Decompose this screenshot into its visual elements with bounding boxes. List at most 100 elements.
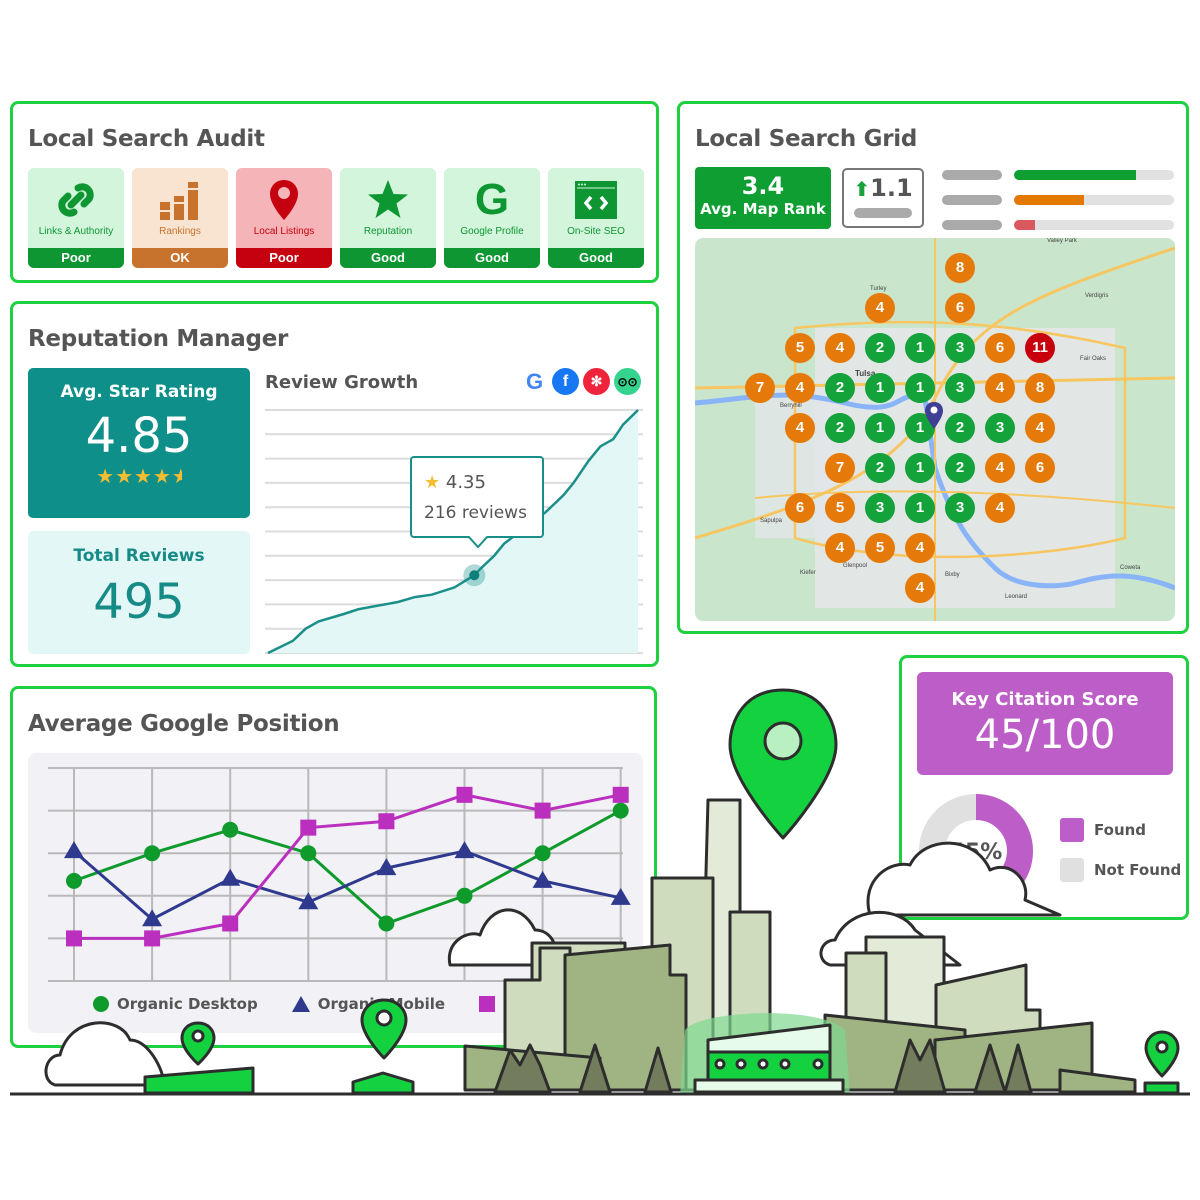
bar-fill: [1014, 195, 1085, 205]
star-icon: ★: [115, 464, 134, 488]
grid-rank-marker[interactable]: 3: [945, 373, 975, 403]
map-label: Glenpool: [843, 563, 868, 569]
data-point: [612, 786, 629, 803]
grid-rank-marker[interactable]: 4: [985, 493, 1015, 523]
grid-rank-marker[interactable]: 4: [985, 373, 1015, 403]
tripadvisor-icon[interactable]: ⊙⊙: [614, 368, 641, 395]
grid-rank-marker[interactable]: 3: [945, 493, 975, 523]
grid-rank-marker[interactable]: 3: [985, 413, 1015, 443]
grid-rank-marker[interactable]: 1: [905, 493, 935, 523]
rank-distribution-bar: [942, 170, 1174, 180]
audit-tile-google-profile[interactable]: G Google Profile Good: [444, 168, 540, 268]
bar-fill: [1014, 170, 1136, 180]
grid-rank-marker[interactable]: 6: [785, 493, 815, 523]
tree: [493, 1043, 552, 1094]
map-pin-icon: [1144, 1030, 1180, 1078]
google-icon[interactable]: G: [521, 368, 548, 395]
average-google-position-panel: Average Google Position Organic Desktop …: [10, 686, 657, 1048]
legend-item-local[interactable]: Local: [479, 995, 547, 1013]
star-icon: ★: [424, 472, 441, 493]
grid-rank-marker[interactable]: 6: [1025, 453, 1055, 483]
grid-rank-marker[interactable]: 11: [1025, 333, 1055, 363]
legend-not-found: Not Found: [1060, 858, 1181, 882]
grid-rank-marker[interactable]: 2: [865, 453, 895, 483]
grid-rank-marker[interactable]: 2: [945, 453, 975, 483]
grid-rank-marker[interactable]: 4: [905, 573, 935, 603]
grid-rank-marker[interactable]: 4: [865, 293, 895, 323]
audit-tile-on-site-seo[interactable]: On-Site SEO Good: [548, 168, 644, 268]
store-front: [706, 1050, 832, 1082]
map[interactable]: Valley Park Turley Verdigris Tulsa Fair …: [695, 238, 1175, 621]
grid-rank-marker[interactable]: 3: [945, 333, 975, 363]
grid-rank-marker[interactable]: 2: [865, 333, 895, 363]
avg-map-rank-value: 3.4: [741, 172, 785, 200]
yelp-icon[interactable]: ✻: [583, 368, 610, 395]
location-pin-icon: [925, 402, 943, 429]
position-line-chart: [48, 767, 631, 982]
legend-item-desktop[interactable]: Organic Desktop: [93, 995, 258, 1013]
avg-star-rating-label: Avg. Star Rating: [60, 382, 218, 402]
half-star-icon: ★: [171, 464, 182, 488]
local-search-audit-panel: Local Search Audit Links & Authority Poo…: [10, 101, 659, 283]
grid-rank-marker[interactable]: 8: [1025, 373, 1055, 403]
grid-rank-marker[interactable]: 4: [1025, 413, 1055, 443]
audit-tile-reputation[interactable]: Reputation Good: [340, 168, 436, 268]
rank-distribution-bar: [942, 220, 1174, 230]
grid-rank-marker[interactable]: 5: [785, 333, 815, 363]
map-label: Coweta: [1120, 565, 1141, 571]
grid-rank-marker[interactable]: 2: [945, 413, 975, 443]
grid-rank-marker[interactable]: 6: [945, 293, 975, 323]
grid-rank-marker[interactable]: 4: [825, 533, 855, 563]
grid-rank-marker[interactable]: 1: [865, 373, 895, 403]
review-sources: G f ✻ ⊙⊙: [521, 368, 641, 395]
grid-rank-marker[interactable]: 6: [985, 333, 1015, 363]
grid-rank-marker[interactable]: 4: [825, 333, 855, 363]
grid-rank-marker[interactable]: 4: [985, 453, 1015, 483]
grid-rank-marker[interactable]: 5: [865, 533, 895, 563]
audit-tile-label: On-Site SEO: [567, 226, 625, 237]
grid-rank-marker[interactable]: 7: [825, 453, 855, 483]
grid-rank-marker[interactable]: 2: [825, 413, 855, 443]
tower: [698, 798, 742, 1092]
series-line: [73, 809, 622, 926]
map-label: Valley Park: [1047, 238, 1077, 244]
star-icon: [340, 176, 436, 224]
building: [463, 1044, 602, 1092]
building: [1058, 1068, 1137, 1094]
legend-item-mobile[interactable]: Organic Mobile: [291, 995, 445, 1013]
grid-rank-marker[interactable]: 1: [865, 413, 895, 443]
audit-tile-label: Links & Authority: [38, 226, 114, 237]
tooltip-pointer: [468, 536, 488, 548]
rank-change-value: 1.1: [870, 174, 913, 202]
grid-rank-marker[interactable]: 5: [825, 493, 855, 523]
grid-rank-marker[interactable]: 1: [905, 333, 935, 363]
grid-rank-marker[interactable]: 4: [785, 413, 815, 443]
audit-tile-local-listings[interactable]: Local Listings Poor: [236, 168, 332, 268]
panel-title: Reputation Manager: [28, 326, 289, 352]
map-label: Bixby: [945, 572, 960, 578]
facebook-icon[interactable]: f: [552, 368, 579, 395]
data-point: [456, 887, 473, 904]
data-point: [378, 915, 395, 932]
grid-rank-marker[interactable]: 2: [825, 373, 855, 403]
map-label: Verdigris: [1085, 293, 1109, 299]
panel-title: Average Google Position: [28, 711, 340, 737]
grid-rank-marker[interactable]: 4: [785, 373, 815, 403]
audit-tile-rankings[interactable]: Rankings OK: [132, 168, 228, 268]
grid-rank-marker[interactable]: 7: [745, 373, 775, 403]
tree: [1003, 1043, 1033, 1094]
grid-rank-marker[interactable]: 8: [945, 253, 975, 283]
data-point: [300, 819, 317, 836]
circle-marker-icon: [93, 996, 109, 1012]
grid-rank-marker[interactable]: 1: [905, 373, 935, 403]
grid-rank-marker[interactable]: 3: [865, 493, 895, 523]
audit-tile-links-authority[interactable]: Links & Authority Poor: [28, 168, 124, 268]
green-building: [143, 1066, 255, 1095]
highlight-point: [469, 570, 480, 581]
panel-title: Local Search Audit: [28, 126, 265, 152]
bar-label-placeholder: [942, 170, 1002, 180]
arrow-up-icon: ⬆: [853, 177, 871, 201]
grid-rank-marker[interactable]: 4: [905, 533, 935, 563]
building: [933, 1021, 1094, 1092]
grid-rank-marker[interactable]: 1: [905, 453, 935, 483]
